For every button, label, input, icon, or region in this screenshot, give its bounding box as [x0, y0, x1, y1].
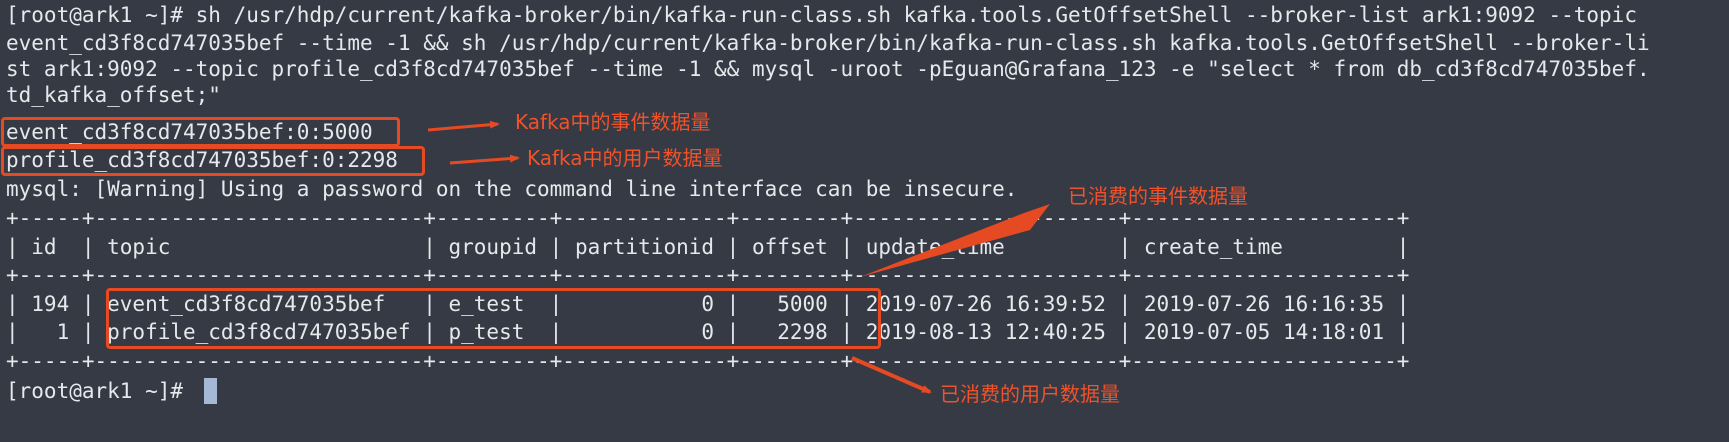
kafka-profile-offset-highlight	[1, 146, 425, 176]
terminal-line: st ark1:9092 --topic profile_cd3f8cd7470…	[6, 57, 1650, 81]
terminal-line: event_cd3f8cd747035bef --time -1 && sh /…	[6, 31, 1650, 55]
table-border-line: +-----+--------------------------+------…	[6, 263, 1410, 287]
note-consumed-event: 已消费的事件数据量	[1068, 184, 1248, 208]
note-kafka-event: Kafka中的事件数据量	[515, 110, 711, 134]
terminal-window[interactable]: [root@ark1 ~]# sh /usr/hdp/current/kafka…	[0, 0, 1729, 442]
table-border-line: +-----+--------------------------+------…	[6, 206, 1410, 230]
terminal-line: mysql: [Warning] Using a password on the…	[6, 177, 1018, 201]
kafka-event-offset-highlight	[1, 117, 400, 147]
text-cursor	[204, 378, 217, 404]
table-header-row: | id | topic | groupid | partitionid | o…	[6, 235, 1410, 259]
table-border-line: +-----+--------------------------+------…	[6, 349, 1410, 373]
terminal-line: td_kafka_offset;"	[6, 83, 221, 107]
note-consumed-profile: 已消费的用户数据量	[940, 382, 1120, 406]
shell-prompt: [root@ark1 ~]#	[6, 379, 196, 403]
consumed-offset-highlight	[106, 288, 881, 349]
note-kafka-profile: Kafka中的用户数据量	[527, 146, 723, 170]
terminal-line: [root@ark1 ~]# sh /usr/hdp/current/kafka…	[6, 3, 1637, 27]
